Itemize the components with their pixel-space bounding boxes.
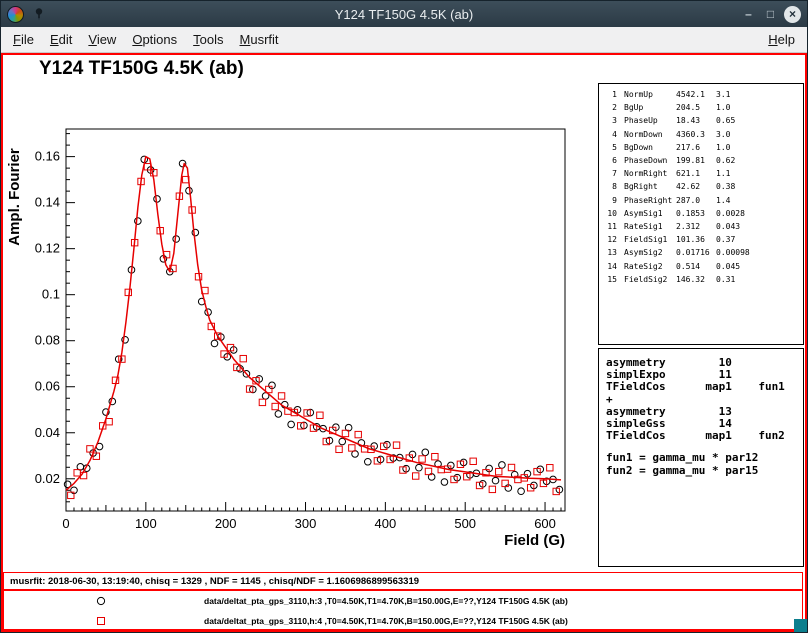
svg-text:100: 100 bbox=[135, 516, 157, 531]
square-marker-icon bbox=[94, 614, 108, 628]
menu-item-file[interactable]: File bbox=[5, 29, 42, 50]
close-button[interactable]: × bbox=[784, 6, 801, 23]
plot-svg[interactable]: 0 100 200 300 400 500 600 0.02 0.04 0.06 0.08 0.1 0.… bbox=[3, 67, 597, 570]
menu-item-tools[interactable]: Tools bbox=[185, 29, 231, 50]
param-row: 6PhaseDown199.810.62 bbox=[603, 154, 803, 167]
root-canvas[interactable]: Y124 TF150G 4.5K (ab) 010020030040050060… bbox=[1, 53, 807, 632]
app-icon bbox=[7, 6, 24, 23]
legend-label: data/deltat_pta_gps_3110,h:3 ,T0=4.50K,T… bbox=[204, 591, 568, 611]
svg-text:0.08: 0.08 bbox=[35, 333, 60, 348]
param-row: 5BgDown217.61.0 bbox=[603, 141, 803, 154]
legend-pad: data/deltat_pta_gps_3110,h:3 ,T0=4.50K,T… bbox=[3, 590, 803, 630]
svg-text:0.14: 0.14 bbox=[35, 195, 60, 210]
fit-parameter-box: 1NormUp4542.13.12BgUp204.51.03PhaseUp18.… bbox=[598, 83, 804, 345]
svg-text:Ampl. Fourier: Ampl. Fourier bbox=[6, 148, 23, 246]
param-row: 1NormUp4542.13.1 bbox=[603, 88, 803, 101]
param-row: 10AsymSig10.18530.0028 bbox=[603, 207, 803, 220]
svg-text:200: 200 bbox=[215, 516, 237, 531]
legend-label: data/deltat_pta_gps_3110,h:4 ,T0=4.50K,T… bbox=[204, 611, 568, 631]
svg-text:Field (G): Field (G) bbox=[504, 532, 565, 549]
param-row: 2BgUp204.51.0 bbox=[603, 101, 803, 114]
minimize-button[interactable]: – bbox=[740, 6, 757, 23]
theory-funs: fun1 = gamma_mu * par12 fun2 = gamma_mu … bbox=[606, 452, 803, 476]
svg-text:400: 400 bbox=[375, 516, 397, 531]
svg-text:0.04: 0.04 bbox=[35, 425, 60, 440]
svg-text:0.16: 0.16 bbox=[35, 149, 60, 164]
svg-text:600: 600 bbox=[534, 516, 556, 531]
param-row: 11RateSig12.3120.043 bbox=[603, 220, 803, 233]
app-window: Y124 TF150G 4.5K (ab) – □ × FileEditView… bbox=[0, 0, 808, 633]
menubar-items: FileEditViewOptionsToolsMusrfit bbox=[5, 29, 287, 50]
menu-item-options[interactable]: Options bbox=[124, 29, 185, 50]
param-row: 15FieldSig2146.320.31 bbox=[603, 273, 803, 286]
circle-marker-icon bbox=[94, 594, 108, 608]
svg-text:300: 300 bbox=[295, 516, 317, 531]
param-row: 4NormDown4360.33.0 bbox=[603, 128, 803, 141]
legend-entry: data/deltat_pta_gps_3110,h:4 ,T0=4.50K,T… bbox=[4, 611, 802, 631]
window-title: Y124 TF150G 4.5K (ab) bbox=[121, 7, 687, 22]
menu-bar: FileEditViewOptionsToolsMusrfit Help bbox=[1, 27, 807, 53]
menu-item-musrfit[interactable]: Musrfit bbox=[232, 29, 287, 50]
param-row: 14RateSig20.5140.045 bbox=[603, 260, 803, 273]
param-row: 8BgRight42.620.38 bbox=[603, 180, 803, 193]
svg-text:0.02: 0.02 bbox=[35, 471, 60, 486]
legend-entry: data/deltat_pta_gps_3110,h:3 ,T0=4.50K,T… bbox=[4, 591, 802, 611]
menu-item-edit[interactable]: Edit bbox=[42, 29, 80, 50]
param-row: 9PhaseRight287.01.4 bbox=[603, 194, 803, 207]
svg-text:0.12: 0.12 bbox=[35, 241, 60, 256]
menu-item-help[interactable]: Help bbox=[760, 29, 803, 50]
param-row: 13AsymSig20.017160.00098 bbox=[603, 246, 803, 259]
svg-text:0.06: 0.06 bbox=[35, 379, 60, 394]
param-row: 12FieldSig1101.360.37 bbox=[603, 233, 803, 246]
title-bar[interactable]: Y124 TF150G 4.5K (ab) – □ × bbox=[1, 1, 807, 27]
theory-lines: asymmetry 10 simplExpo 11 TFieldCos map1… bbox=[606, 357, 803, 442]
fit-stats-pad: musrfit: 2018-06-30, 13:19:40, chisq = 1… bbox=[3, 572, 803, 590]
svg-text:0: 0 bbox=[62, 516, 69, 531]
pin-icon[interactable] bbox=[33, 7, 45, 21]
theory-box: asymmetry 10 simplExpo 11 TFieldCos map1… bbox=[598, 348, 804, 567]
resize-grip[interactable] bbox=[794, 619, 807, 632]
fit-stats-line: musrfit: 2018-06-30, 13:19:40, chisq = 1… bbox=[4, 576, 419, 587]
param-row: 7NormRight621.11.1 bbox=[603, 167, 803, 180]
maximize-button[interactable]: □ bbox=[762, 6, 779, 23]
svg-text:500: 500 bbox=[454, 516, 476, 531]
menu-item-view[interactable]: View bbox=[80, 29, 124, 50]
svg-text:0.1: 0.1 bbox=[42, 287, 60, 302]
param-row: 3PhaseUp18.430.65 bbox=[603, 114, 803, 127]
